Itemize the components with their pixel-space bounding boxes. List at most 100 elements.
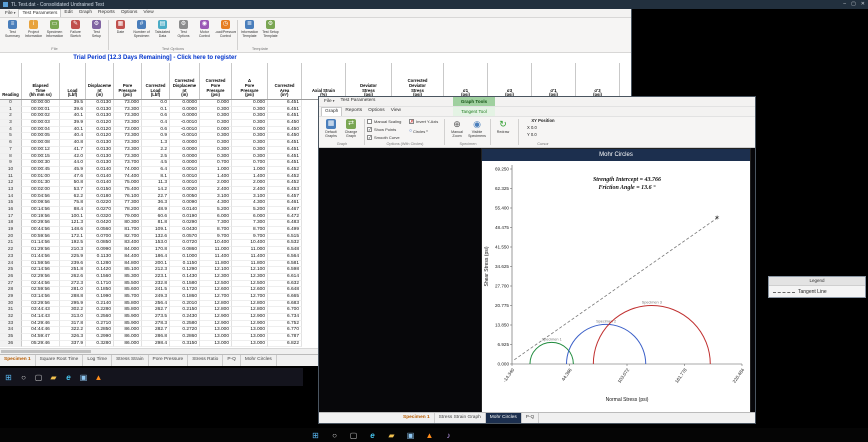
- menu-tab-file[interactable]: File: [2, 9, 18, 17]
- motor-control-button[interactable]: ◉Motor Control: [194, 18, 215, 46]
- graph-view-tab-specimen-1[interactable]: Specimen 1: [399, 413, 435, 423]
- circles-button[interactable]: ○Circles▾: [409, 128, 441, 134]
- tabulated-data-button[interactable]: ▤Tabulated Data: [152, 18, 173, 46]
- file-explorer-icon[interactable]: ▰: [386, 430, 397, 441]
- table-cell: 00:01:00: [22, 174, 60, 181]
- table-cell: 22: [0, 247, 22, 254]
- taskbar-secondary: ⊞ ○ ▢ ▰ e ▣ ▲: [0, 368, 303, 386]
- view-tab-pore-pressure[interactable]: Pore Pressure: [149, 355, 189, 366]
- change-graph-button[interactable]: ⇄Change Graph: [341, 117, 361, 138]
- start-icon[interactable]: ⊞: [310, 430, 321, 441]
- table-cell: 6.787: [268, 334, 302, 341]
- test-setup-template-icon: ⚙: [266, 20, 275, 29]
- tangent-tool-tab[interactable]: Tangent Tool: [453, 107, 495, 116]
- checkbox-invert-y-axis[interactable]: ✗Invert Y-Axis: [409, 118, 441, 125]
- test-summary-button[interactable]: ≡Test Summary: [2, 18, 23, 46]
- visible-specimens-button[interactable]: ◉Visible Specimens: [467, 117, 487, 138]
- graph-menu-tab-view[interactable]: View: [388, 107, 404, 116]
- file-explorer-icon[interactable]: ▰: [48, 372, 59, 383]
- specimen-information-button[interactable]: ▭Specimen Information: [44, 18, 65, 46]
- load-pressure-control-button[interactable]: ◷Load/Pressure Control: [215, 18, 236, 46]
- table-cell: 0.0150: [86, 187, 114, 194]
- redraw-button[interactable]: ↻Redraw: [493, 117, 513, 134]
- checkbox-show-points[interactable]: ✓Show Points: [367, 126, 409, 133]
- minimize-button[interactable]: –: [843, 0, 846, 9]
- menu-tab-graph[interactable]: Graph: [76, 9, 95, 17]
- table-cell: 0.0860: [170, 247, 200, 254]
- table-cell: 00:00:45: [22, 167, 60, 174]
- menu-tab-edit[interactable]: Edit: [61, 9, 75, 17]
- view-tab-square-root-time[interactable]: Square Root Time: [36, 355, 84, 366]
- graph-menu-tab-reports[interactable]: Reports: [342, 107, 365, 116]
- graph-menu-tab-file[interactable]: File: [321, 97, 337, 106]
- trial-banner-link[interactable]: Trial Period [12.3 Days Remaining] - Cli…: [0, 55, 310, 61]
- table-cell: 10.400: [232, 240, 268, 247]
- checkbox-smooth-curve[interactable]: ✓Smooth Curve: [367, 134, 409, 141]
- svg-text:Shear Stress (psi): Shear Stress (psi): [484, 246, 490, 286]
- legend-panel[interactable]: Legend Tangent Line: [768, 276, 866, 298]
- table-cell: 39.9: [60, 120, 86, 127]
- test-setup-template-button[interactable]: ⚙Test Setup Template: [260, 18, 281, 46]
- task-view-icon[interactable]: ▢: [33, 372, 44, 383]
- graph-menu-tab-options[interactable]: Options: [365, 107, 388, 116]
- table-cell: 8.1: [142, 174, 170, 181]
- svg-text:Strength Intercept = 43.766: Strength Intercept = 43.766: [593, 177, 661, 183]
- manual-zoom-button[interactable]: ⊕Manual Zoom: [447, 117, 467, 138]
- search-icon[interactable]: ○: [18, 372, 29, 383]
- graph-menu-tab-test-parameters[interactable]: Test Parameters: [337, 97, 378, 106]
- vlc-icon[interactable]: ▲: [424, 430, 435, 441]
- graph-view-tab-p-q[interactable]: P-Q: [522, 413, 540, 423]
- task-view-icon[interactable]: ▢: [348, 430, 359, 441]
- search-icon[interactable]: ○: [329, 430, 340, 441]
- maximize-button[interactable]: ▢: [851, 0, 856, 9]
- mohr-circles-chart[interactable]: 0.0006.92513.85020.77527.70034.62541.550…: [482, 161, 750, 412]
- table-cell: 00:09:56: [22, 200, 60, 207]
- test-options-button[interactable]: ⚙Test Options: [173, 18, 194, 46]
- default-graphs-button[interactable]: ▦Default Graphs: [321, 117, 341, 138]
- column-header: Reading: [0, 63, 22, 99]
- table-cell: 85.800: [114, 307, 142, 314]
- store-icon[interactable]: ▣: [405, 430, 416, 441]
- table-cell: 00:00:15: [22, 154, 60, 161]
- edge-icon[interactable]: e: [367, 430, 378, 441]
- table-cell: 6.4: [142, 167, 170, 174]
- vlc-icon[interactable]: ▲: [93, 372, 104, 383]
- table-cell: 0.0120: [86, 127, 114, 134]
- ribbon-group-cursor: XY Position X 0.0 Y 0.0 Cursor: [521, 117, 565, 147]
- store-icon[interactable]: ▣: [78, 372, 89, 383]
- checkbox-manual-scaling[interactable]: Manual Scaling: [367, 118, 409, 125]
- start-icon[interactable]: ⊞: [3, 372, 14, 383]
- number-of-specimen-button[interactable]: #Number of Specimen: [131, 18, 152, 46]
- legend-entry-tangent-line[interactable]: Tangent Line: [769, 286, 865, 298]
- table-cell: 295.9: [60, 301, 86, 308]
- view-tab-p-q[interactable]: P-Q: [223, 355, 241, 366]
- view-tab-stress-strain[interactable]: Stress Strain: [112, 355, 148, 366]
- test-setup-button[interactable]: ⚙Test Setup: [86, 18, 107, 46]
- table-cell: 40.4: [60, 133, 86, 140]
- view-tab-mohr-circles[interactable]: Mohr Circles: [241, 355, 277, 366]
- menu-tab-view[interactable]: View: [140, 9, 156, 17]
- view-tab-stress-ratio[interactable]: Stress Ratio: [188, 355, 223, 366]
- project-information-button[interactable]: iProject Information: [23, 18, 44, 46]
- table-cell: 84.000: [114, 247, 142, 254]
- menu-tab-test-parameters[interactable]: Test Parameters: [18, 9, 61, 17]
- view-tab-specimen-1[interactable]: Specimen 1: [0, 355, 36, 366]
- date-button[interactable]: ▦Date: [110, 18, 131, 46]
- graph-view-tab-stress-strain-graph[interactable]: Stress Strain Graph: [435, 413, 486, 423]
- table-cell: 0.1580: [170, 281, 200, 288]
- edge-icon[interactable]: e: [63, 372, 74, 383]
- graph-view-tab-mohr-circles[interactable]: Mohr Circles: [486, 413, 522, 423]
- menu-tab-reports[interactable]: Reports: [95, 9, 118, 17]
- view-tab-log-time[interactable]: Log Time: [83, 355, 112, 366]
- table-cell: 0.0130: [86, 107, 114, 114]
- menu-tab-options[interactable]: Options: [118, 9, 141, 17]
- information-template-button[interactable]: ≣Information Template: [239, 18, 260, 46]
- graph-menu-tab-graph[interactable]: Graph: [321, 107, 342, 116]
- table-cell: 12.700: [200, 294, 232, 301]
- media-icon[interactable]: ♪: [443, 430, 454, 441]
- failure-sketch-button[interactable]: ✎Failure Sketch: [65, 18, 86, 46]
- scrollbar-thumb[interactable]: [1, 350, 91, 353]
- table-cell: 0.0000: [170, 147, 200, 154]
- close-button[interactable]: ✕: [861, 0, 865, 9]
- column-header: Corrected Deviator Stress (psi): [392, 63, 444, 99]
